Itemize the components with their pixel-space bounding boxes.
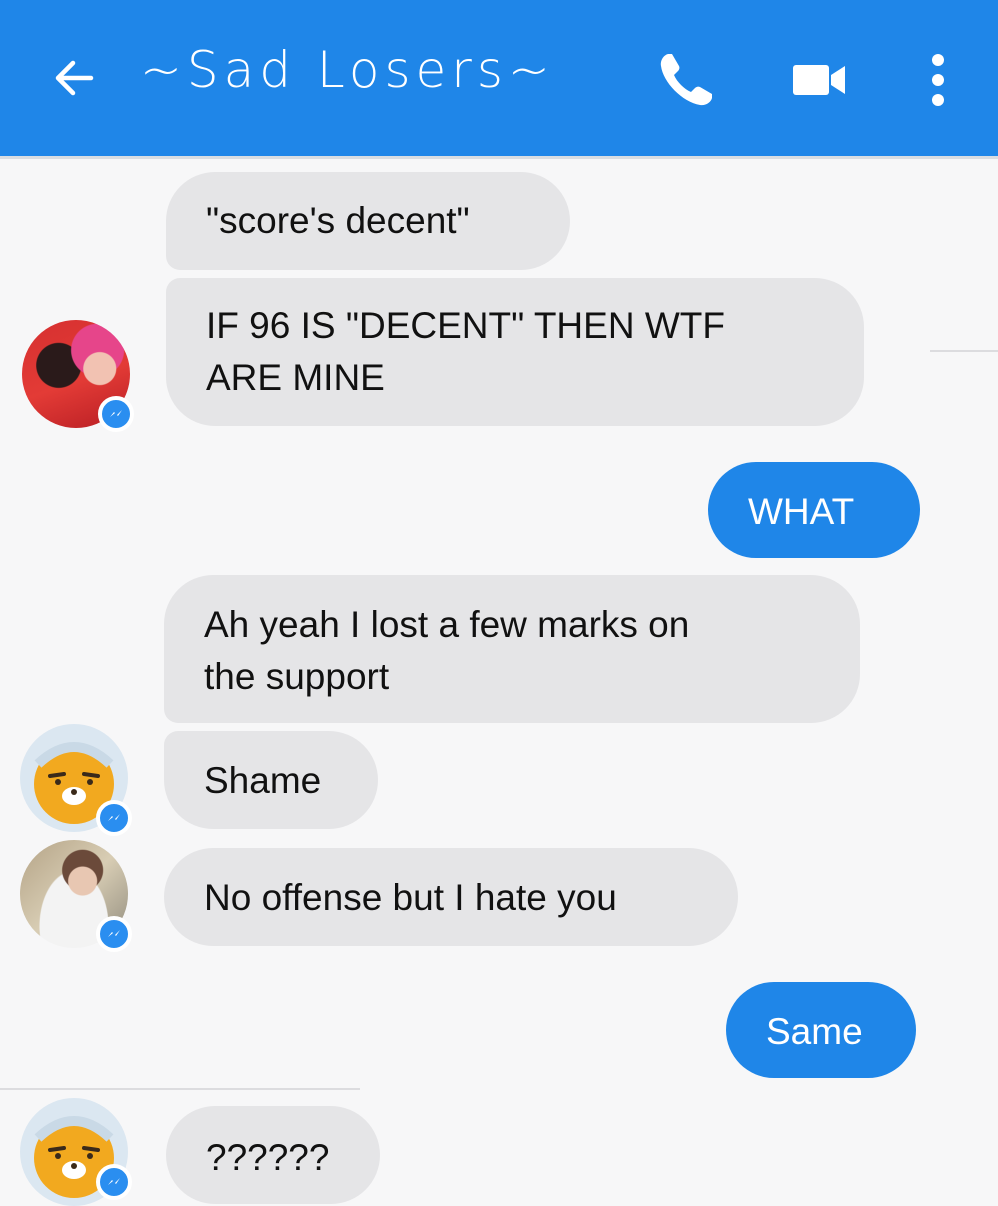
divider-line xyxy=(0,1088,360,1090)
message-bubble[interactable]: ?????? xyxy=(166,1106,380,1204)
message-text: Shame xyxy=(204,760,322,801)
message-text: "score's decent" xyxy=(206,200,470,241)
message-bubble-outgoing[interactable]: WHAT xyxy=(708,462,920,558)
messenger-badge-icon xyxy=(96,800,132,836)
messenger-badge-icon xyxy=(98,396,134,432)
message-bubble[interactable]: No offense but I hate you xyxy=(164,848,738,946)
chat-header: ~Sad Losers~ xyxy=(0,0,998,156)
message-text: ARE MINE xyxy=(206,357,385,398)
message-bubble[interactable]: IF 96 IS "DECENT" THEN WTF ARE MINE xyxy=(166,278,864,426)
divider-line xyxy=(930,350,998,352)
call-button[interactable] xyxy=(648,42,724,118)
message-bubble-outgoing[interactable]: Same xyxy=(726,982,916,1078)
message-text: No offense but I hate you xyxy=(204,877,617,918)
conversation-title: ~Sad Losers~ xyxy=(140,41,555,99)
message-bubble[interactable]: Ah yeah I lost a few marks on the suppor… xyxy=(164,575,860,723)
more-vertical-icon xyxy=(932,54,944,106)
message-text: the support xyxy=(204,656,390,697)
sender-avatar[interactable] xyxy=(20,1098,132,1206)
message-text: IF 96 IS "DECENT" THEN WTF xyxy=(206,305,725,346)
message-text: WHAT xyxy=(748,491,855,532)
message-text: Same xyxy=(766,1011,863,1052)
video-camera-icon xyxy=(793,65,845,95)
message-text: ?????? xyxy=(206,1137,330,1178)
message-bubble[interactable]: Shame xyxy=(164,731,378,829)
header-divider xyxy=(0,156,998,159)
video-call-button[interactable] xyxy=(784,50,854,110)
phone-icon xyxy=(660,54,712,106)
sender-avatar[interactable] xyxy=(22,320,134,432)
message-text: Ah yeah I lost a few marks on xyxy=(204,604,690,645)
sender-avatar[interactable] xyxy=(20,724,132,836)
message-bubble[interactable]: "score's decent" xyxy=(166,172,570,270)
back-button[interactable] xyxy=(44,48,104,108)
back-arrow-icon xyxy=(55,60,94,96)
sender-avatar[interactable] xyxy=(20,840,132,952)
messenger-badge-icon xyxy=(96,916,132,952)
messenger-badge-icon xyxy=(96,1164,132,1200)
more-options-button[interactable] xyxy=(906,40,970,120)
